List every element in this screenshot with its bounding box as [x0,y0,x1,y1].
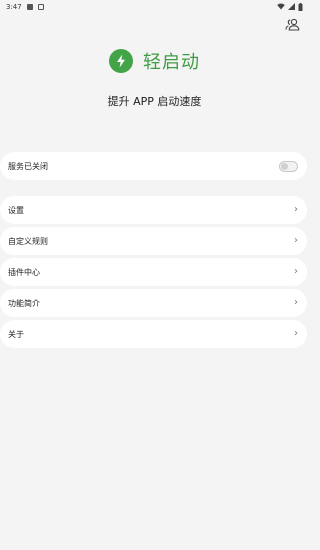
app-logo [109,49,133,73]
image-notification-icon [26,3,33,10]
status-right [277,2,303,11]
status-time: 3:47 [6,2,22,11]
menu-item-label: 关于 [8,329,24,339]
service-status-card[interactable]: 服务已关闭 [0,152,307,180]
menu-item-label: 设置 [8,205,24,215]
wifi-icon [277,3,285,10]
battery-icon [298,2,303,11]
status-left: 3:47 [6,3,44,11]
account-switch-button[interactable] [284,16,300,32]
menu-item-features[interactable]: 功能简介 › [0,289,307,317]
app-subtitle: 提升 APP 启动速度 [107,95,202,108]
app-header: 轻启动 [0,48,309,74]
service-toggle[interactable] [279,160,298,172]
app-name: 轻启动 [143,52,200,73]
menu-item-settings[interactable]: 设置 › [0,196,307,224]
lightning-bolt-icon [117,54,125,68]
toggle-knob [281,162,288,170]
menu-item-label: 自定义规则 [8,236,48,246]
status-bar: 3:47 [0,0,309,13]
signal-icon [288,3,295,10]
menu-item-custom-rules[interactable]: 自定义规则 › [0,227,307,255]
menu-item-label: 插件中心 [8,267,40,277]
menu-item-plugin-center[interactable]: 插件中心 › [0,258,307,286]
service-status-label: 服务已关闭 [8,161,48,171]
chevron-right-icon: › [294,235,298,246]
chevron-right-icon: › [294,297,298,308]
account-switch-icon [284,18,299,31]
chevron-right-icon: › [294,328,298,339]
screen: 3:47 轻启动 提升 APP 启动速度 服务已关闭 设置 › 自定义规则 › … [0,0,309,550]
menu-item-label: 功能简介 [8,298,40,308]
chevron-right-icon: › [294,204,298,215]
menu-item-about[interactable]: 关于 › [0,320,307,348]
chevron-right-icon: › [294,266,298,277]
a-notification-icon [37,3,44,10]
